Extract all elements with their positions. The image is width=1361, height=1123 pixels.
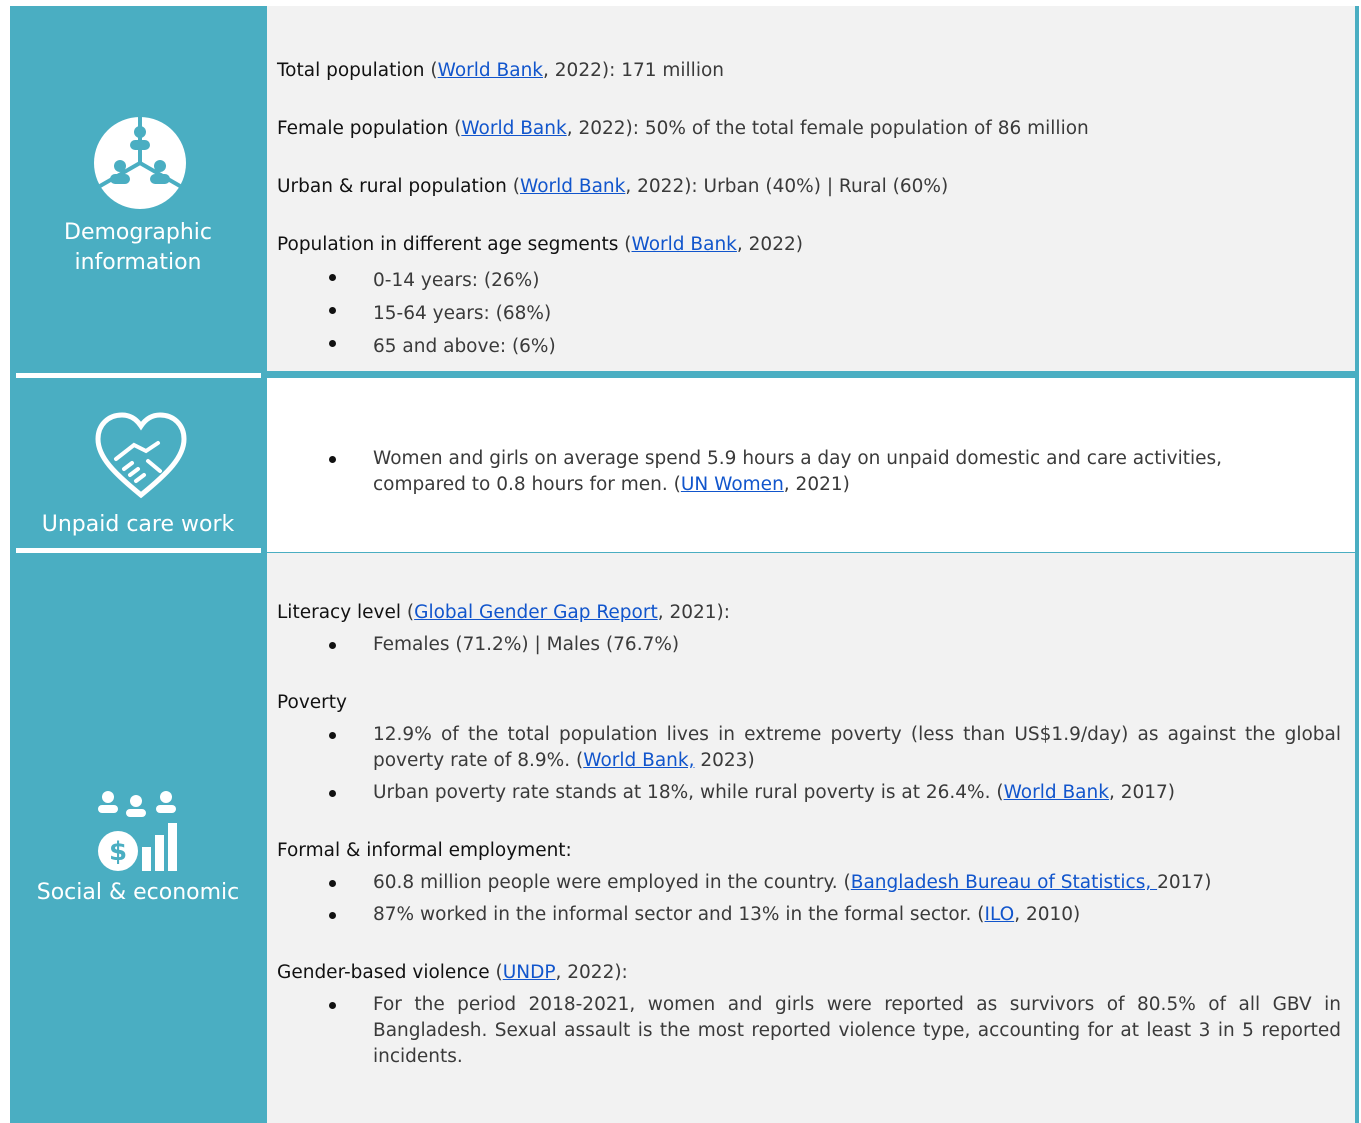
- list-item: Urban poverty rate stands at 18%, while …: [277, 780, 1341, 806]
- demographic-title-line2: information: [74, 250, 202, 275]
- poverty-label: Poverty: [277, 692, 347, 713]
- poverty-text-2: Urban poverty rate stands at 18%, while …: [373, 782, 1004, 803]
- paren-open: (: [401, 602, 415, 623]
- profile-table: Demographic information Total population…: [10, 6, 1359, 1123]
- list-item: Females (71.2%) | Males (76.7%): [277, 632, 1341, 658]
- un-women-link[interactable]: UN Women: [681, 474, 784, 495]
- social-economic-row: $ Social & economic Literacy level (Glob…: [10, 553, 1359, 1123]
- unpaid-care-list: Women and girls on average spend 5.9 hou…: [277, 446, 1341, 498]
- age-segments-year: , 2022): [736, 234, 803, 255]
- gbv-year: , 2022):: [555, 962, 628, 983]
- svg-text:$: $: [109, 837, 127, 867]
- unpaid-care-year: , 2021): [783, 474, 850, 495]
- age-segments-label: Population in different age segments: [277, 234, 619, 255]
- list-item: For the period 2018-2021, women and girl…: [277, 992, 1341, 1070]
- poverty-year-2: , 2017): [1108, 782, 1176, 803]
- world-bank-link[interactable]: World Bank: [1004, 782, 1109, 803]
- paren-open: (: [448, 118, 462, 139]
- literacy-list: Females (71.2%) | Males (76.7%): [277, 632, 1341, 658]
- poverty-list: 12.9% of the total population lives in e…: [277, 722, 1341, 806]
- social-economic-label-cell: $ Social & economic: [10, 553, 266, 1123]
- list-item: 15-64 years: (68%): [277, 297, 1341, 330]
- age-segments-line: Population in different age segments (Wo…: [277, 232, 1341, 258]
- world-bank-link[interactable]: World Bank: [520, 176, 625, 197]
- paren-open: (: [506, 176, 520, 197]
- literacy-year: , 2021):: [657, 602, 731, 623]
- list-item: 60.8 million people were employed in the…: [277, 870, 1341, 896]
- female-population-value: , 2022): 50% of the total female populat…: [566, 118, 1089, 139]
- global-gender-gap-link[interactable]: Global Gender Gap Report: [414, 602, 658, 623]
- list-item: 87% worked in the informal sector and 13…: [277, 902, 1341, 928]
- unpaid-care-content: Women and girls on average spend 5.9 hou…: [277, 446, 1341, 498]
- total-population-label: Total population: [277, 60, 425, 81]
- social-economic-content: Literacy level (Global Gender Gap Report…: [277, 600, 1341, 1070]
- people-money-chart-icon: $: [98, 791, 177, 871]
- list-item: 0-14 years: (26%): [277, 264, 1341, 297]
- paren-open: (: [424, 60, 438, 81]
- demographic-people-icon: [94, 117, 186, 209]
- ilo-link[interactable]: ILO: [985, 904, 1015, 925]
- employment-text-2: 87% worked in the informal sector and 13…: [373, 904, 985, 925]
- unpaid-care-content-cell: Women and girls on average spend 5.9 hou…: [267, 378, 1355, 548]
- world-bank-link[interactable]: World Bank: [632, 234, 737, 255]
- paren-open: (: [489, 962, 503, 983]
- unpaid-care-text: Women and girls on average spend 5.9 hou…: [373, 448, 1223, 469]
- bbs-link[interactable]: Bangladesh Bureau of Statistics,: [851, 872, 1157, 893]
- gbv-list: For the period 2018-2021, women and girl…: [277, 992, 1341, 1070]
- age-segments-list: 0-14 years: (26%) 15-64 years: (68%) 65 …: [277, 264, 1341, 363]
- poverty-text-1: 12.9% of the total population lives in e…: [373, 724, 1341, 771]
- female-population-line: Female population (World Bank, 2022): 50…: [277, 116, 1341, 142]
- urban-rural-value: , 2022): Urban (40%) | Rural (60%): [625, 176, 949, 197]
- social-economic-content-cell: Literacy level (Global Gender Gap Report…: [267, 553, 1355, 1123]
- urban-rural-line: Urban & rural population (World Bank, 20…: [277, 174, 1341, 200]
- list-item: 65 and above: (6%): [277, 330, 1341, 363]
- world-bank-link[interactable]: World Bank: [438, 60, 543, 81]
- demographic-content: Total population (World Bank, 2022): 171…: [277, 58, 1341, 363]
- world-bank-link[interactable]: World Bank,: [583, 750, 694, 771]
- poverty-year-1: 2023): [694, 750, 755, 771]
- employment-text-1: 60.8 million people were employed in the…: [373, 872, 851, 893]
- employment-year-1: 2017): [1157, 872, 1212, 893]
- employment-list: 60.8 million people were employed in the…: [277, 870, 1341, 928]
- list-item: Women and girls on average spend 5.9 hou…: [277, 446, 1341, 498]
- demographic-title: Demographic information: [10, 218, 266, 278]
- total-population-value: , 2022): 171 million: [543, 60, 725, 81]
- undp-link[interactable]: UNDP: [503, 962, 556, 983]
- paren-open: (: [618, 234, 632, 255]
- world-bank-link[interactable]: World Bank: [461, 118, 566, 139]
- social-economic-title: Social & economic: [36, 880, 240, 905]
- demographic-title-line1: Demographic: [64, 220, 212, 245]
- total-population-line: Total population (World Bank, 2022): 171…: [277, 58, 1341, 84]
- gbv-line: Gender-based violence (UNDP, 2022):: [277, 960, 1341, 986]
- list-item: 12.9% of the total population lives in e…: [277, 722, 1341, 774]
- gbv-label: Gender-based violence: [277, 962, 490, 983]
- employment-label: Formal & informal employment:: [277, 840, 572, 861]
- demographic-label-cell: Demographic information: [10, 6, 266, 371]
- literacy-line: Literacy level (Global Gender Gap Report…: [277, 600, 1341, 626]
- unpaid-care-label-cell: Unpaid care work: [10, 378, 266, 548]
- urban-rural-label: Urban & rural population: [277, 176, 507, 197]
- literacy-label: Literacy level: [277, 602, 402, 623]
- female-population-label: Female population: [277, 118, 449, 139]
- row-divider: [267, 548, 1355, 552]
- unpaid-care-title: Unpaid care work: [41, 512, 235, 537]
- demographic-content-cell: Total population (World Bank, 2022): 171…: [267, 6, 1355, 371]
- unpaid-care-text-cont: compared to 0.8 hours for men. (: [373, 474, 681, 495]
- heart-handshake-icon: [95, 412, 187, 499]
- unpaid-care-row: Unpaid care work Women and girls on aver…: [10, 378, 1359, 548]
- employment-year-2: , 2010): [1014, 904, 1081, 925]
- demographic-row: Demographic information Total population…: [10, 6, 1359, 371]
